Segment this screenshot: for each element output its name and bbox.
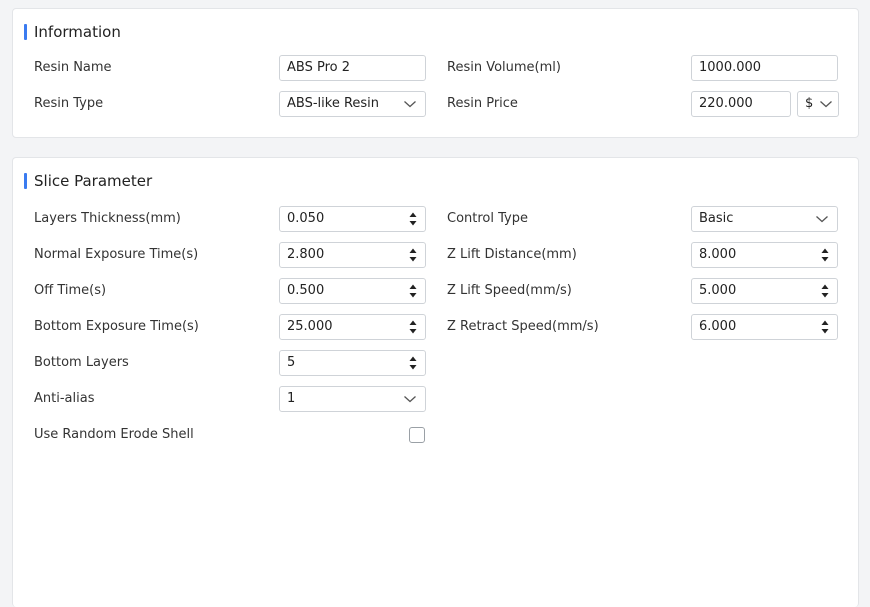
slice-parameter-title-text: Slice Parameter [34, 172, 153, 190]
resin-volume-input[interactable]: 1000.000 [691, 55, 838, 81]
resin-type-select[interactable]: ABS-like Resin [279, 91, 426, 117]
off-time-label: Off Time(s) [34, 283, 107, 298]
chevron-down-icon [403, 99, 417, 109]
chevron-down-icon [819, 99, 833, 109]
slice-parameter-panel: Slice Parameter Layers Thickness(mm) 0.0… [12, 157, 859, 607]
normal-exposure-stepper[interactable]: 2.800 [279, 242, 426, 268]
control-type-value: Basic [699, 211, 734, 226]
information-panel: Information Resin Name ABS Pro 2 Resin V… [12, 8, 859, 138]
control-type-label: Control Type [447, 211, 528, 226]
control-type-select[interactable]: Basic [691, 206, 838, 232]
normal-exposure-label: Normal Exposure Time(s) [34, 247, 199, 262]
z-lift-distance-label: Z Lift Distance(mm) [447, 247, 577, 262]
spinner-arrows-icon[interactable] [409, 355, 417, 371]
resin-volume-label: Resin Volume(ml) [447, 60, 561, 75]
layers-thickness-label: Layers Thickness(mm) [34, 211, 181, 226]
z-lift-speed-value: 5.000 [699, 283, 737, 298]
z-retract-speed-label: Z Retract Speed(mm/s) [447, 319, 599, 334]
currency-value: $ [805, 96, 814, 111]
information-title-text: Information [34, 23, 121, 41]
z-lift-distance-value: 8.000 [699, 247, 737, 262]
normal-exposure-value: 2.800 [287, 247, 325, 262]
off-time-stepper[interactable]: 0.500 [279, 278, 426, 304]
bottom-exposure-value: 25.000 [287, 319, 333, 334]
random-erode-label: Use Random Erode Shell [34, 427, 194, 442]
resin-price-value: 220.000 [699, 96, 753, 111]
resin-type-label: Resin Type [34, 96, 104, 111]
bottom-exposure-stepper[interactable]: 25.000 [279, 314, 426, 340]
resin-price-label: Resin Price [447, 96, 518, 111]
random-erode-checkbox[interactable] [409, 427, 425, 443]
z-lift-distance-stepper[interactable]: 8.000 [691, 242, 838, 268]
bottom-layers-value: 5 [287, 355, 296, 370]
layers-thickness-value: 0.050 [287, 211, 325, 226]
spinner-arrows-icon[interactable] [821, 283, 829, 299]
spinner-arrows-icon[interactable] [409, 247, 417, 263]
chevron-down-icon [815, 214, 829, 224]
spinner-arrows-icon[interactable] [409, 319, 417, 335]
chevron-down-icon [403, 394, 417, 404]
spinner-arrows-icon[interactable] [409, 211, 417, 227]
currency-select[interactable]: $ [797, 91, 839, 117]
slice-parameter-title: Slice Parameter [24, 172, 152, 190]
anti-alias-value: 1 [287, 391, 296, 406]
bottom-exposure-label: Bottom Exposure Time(s) [34, 319, 199, 334]
z-lift-speed-stepper[interactable]: 5.000 [691, 278, 838, 304]
anti-alias-label: Anti-alias [34, 391, 95, 406]
title-accent-bar [24, 173, 27, 189]
bottom-layers-label: Bottom Layers [34, 355, 129, 370]
resin-name-label: Resin Name [34, 60, 112, 75]
z-retract-speed-stepper[interactable]: 6.000 [691, 314, 838, 340]
z-retract-speed-value: 6.000 [699, 319, 737, 334]
spinner-arrows-icon[interactable] [409, 283, 417, 299]
resin-type-value: ABS-like Resin [287, 96, 380, 111]
information-title: Information [24, 23, 121, 41]
spinner-arrows-icon[interactable] [821, 319, 829, 335]
resin-name-input[interactable]: ABS Pro 2 [279, 55, 426, 81]
off-time-value: 0.500 [287, 283, 325, 298]
layers-thickness-stepper[interactable]: 0.050 [279, 206, 426, 232]
z-lift-speed-label: Z Lift Speed(mm/s) [447, 283, 572, 298]
title-accent-bar [24, 24, 27, 40]
resin-price-input[interactable]: 220.000 [691, 91, 791, 117]
resin-name-value: ABS Pro 2 [287, 60, 350, 75]
resin-volume-value: 1000.000 [699, 60, 762, 75]
anti-alias-select[interactable]: 1 [279, 386, 426, 412]
spinner-arrows-icon[interactable] [821, 247, 829, 263]
bottom-layers-stepper[interactable]: 5 [279, 350, 426, 376]
